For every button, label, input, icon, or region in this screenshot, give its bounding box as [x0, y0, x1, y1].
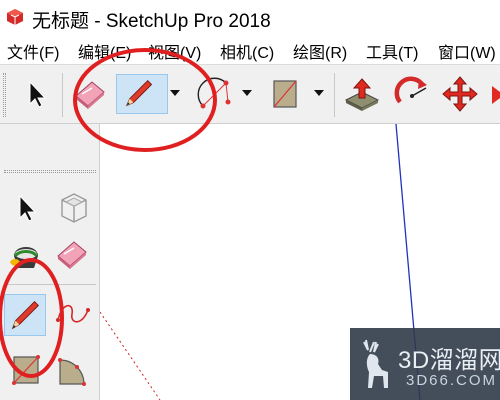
annotation-circle-toolbar-line-tool	[73, 48, 217, 152]
annotation-circle-panel-line-tool	[0, 258, 64, 378]
deer-logo-icon	[356, 336, 396, 394]
watermark-title: 3D溜溜网	[398, 347, 500, 374]
watermark-badge: 3D溜溜网 3D66.COM	[350, 328, 500, 400]
watermark-subtitle: 3D66.COM	[406, 372, 498, 389]
